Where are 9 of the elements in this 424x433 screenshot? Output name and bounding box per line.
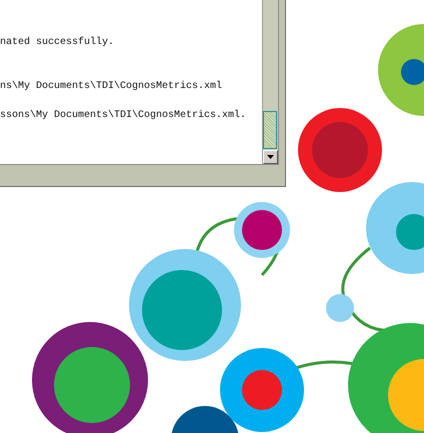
down-arrow-icon: [267, 155, 274, 159]
log-line: ssons\My Documents\TDI\CognosMetrics.xml.: [0, 108, 246, 122]
dot-drawing: [326, 294, 354, 322]
scroll-bar[interactable]: [262, 0, 278, 164]
scroll-down-button[interactable]: [263, 150, 278, 164]
scroll-thumb[interactable]: [263, 111, 277, 149]
circle-drawing: [171, 406, 239, 433]
log-line: ns\My Documents\TDI\CognosMetrics.xml: [0, 80, 222, 94]
log-line: nated successfully.: [0, 36, 114, 50]
